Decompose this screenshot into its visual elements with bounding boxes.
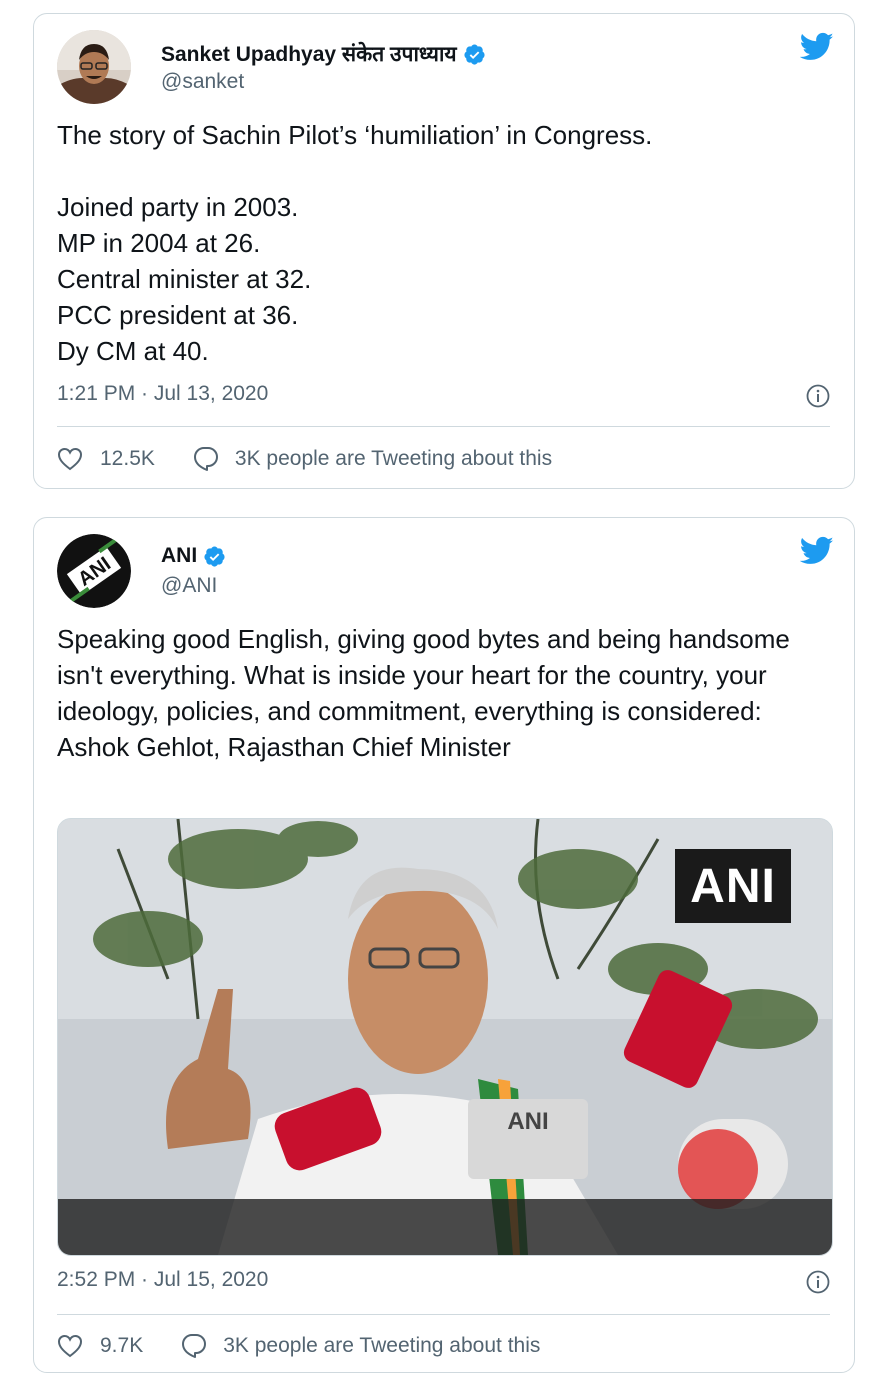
twitter-bird-icon[interactable]	[800, 32, 834, 62]
tweet-timestamp[interactable]: 2:52 PM · Jul 15, 2020	[57, 1268, 268, 1292]
author-handle[interactable]: @ANI	[161, 574, 217, 598]
speech-bubble-icon	[182, 1334, 207, 1358]
heart-icon	[57, 1334, 83, 1358]
tweet-actions: 12.5K 3K people are Tweeting about this	[57, 442, 830, 476]
tweet-media-image[interactable]: ANI ANI	[57, 818, 833, 1256]
tweeting-about-text: 3K people are Tweeting about this	[223, 1334, 541, 1357]
author-handle[interactable]: @sanket	[161, 70, 244, 94]
like-count: 12.5K	[100, 447, 155, 470]
verified-badge-icon	[464, 43, 485, 65]
avatar-ani[interactable]: ANI	[57, 534, 131, 608]
heart-icon	[57, 447, 83, 471]
twitter-bird-icon[interactable]	[800, 536, 834, 566]
tweet-header: ANI ANI @ANI	[57, 534, 834, 608]
author-name[interactable]: ANI	[161, 544, 197, 568]
avatar-sanket[interactable]	[57, 30, 131, 104]
tweeting-about-link[interactable]: 3K people are Tweeting about this	[181, 1333, 540, 1359]
speech-bubble-icon	[193, 447, 218, 471]
author-row: ANI	[161, 544, 226, 568]
info-icon[interactable]	[806, 384, 830, 408]
tweet-header: Sanket Upadhyay संकेत उपाध्याय @sanket	[57, 30, 834, 104]
media-ani-watermark: ANI	[675, 849, 791, 923]
like-count: 9.7K	[100, 1334, 144, 1357]
author-name[interactable]: Sanket Upadhyay संकेत उपाध्याय	[161, 40, 457, 68]
divider	[57, 1314, 830, 1315]
author-row: Sanket Upadhyay संकेत उपाध्याय	[161, 40, 486, 68]
tweet-card-sanket[interactable]: Sanket Upadhyay संकेत उपाध्याय @sanket T…	[33, 13, 855, 489]
tweeting-about-text: 3K people are Tweeting about this	[234, 447, 553, 470]
tweet-text: Speaking good English, giving good bytes…	[57, 624, 790, 762]
tweet-text: The story of Sachin Pilot’s ‘humiliation…	[57, 120, 653, 366]
info-icon[interactable]	[806, 1270, 830, 1294]
divider	[57, 426, 830, 427]
tweeting-about-link[interactable]: 3K people are Tweeting about this	[193, 446, 552, 472]
tweet-timestamp[interactable]: 1:21 PM · Jul 13, 2020	[57, 382, 268, 406]
tweet-actions: 9.7K 3K people are Tweeting about this	[57, 1329, 830, 1363]
tweet-card-ani[interactable]: ANI ANI @ANI Speaking good English, givi…	[33, 517, 855, 1373]
verified-badge-icon	[204, 545, 225, 567]
mic-ani-label: ANI	[507, 1108, 548, 1135]
like-button[interactable]: 9.7K	[57, 1334, 143, 1358]
like-button[interactable]: 12.5K	[57, 447, 155, 471]
